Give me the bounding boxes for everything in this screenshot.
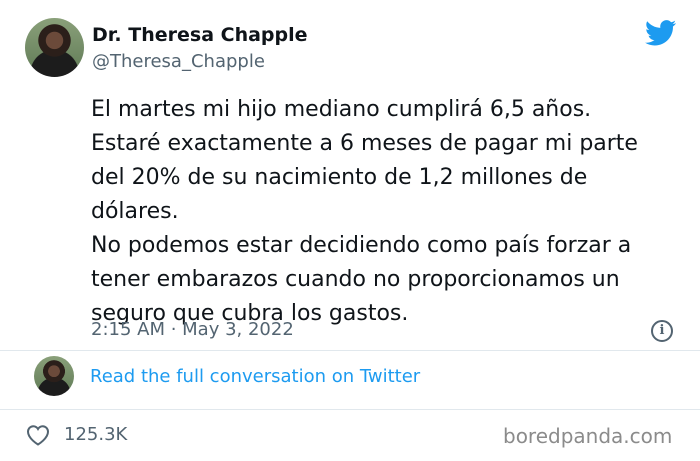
divider	[0, 350, 700, 351]
heart-icon[interactable]	[26, 424, 50, 446]
author-handle[interactable]: @Theresa_Chapple	[92, 51, 265, 72]
likes-count: 125.3K	[64, 424, 128, 445]
info-icon[interactable]: i	[651, 320, 673, 342]
divider	[0, 409, 700, 410]
twitter-bird-icon[interactable]	[645, 20, 677, 46]
tweet-text: El martes mi hijo mediano cumplirá 6,5 a…	[91, 97, 638, 326]
tweet-timestamp[interactable]: 2:15 AM · May 3, 2022	[91, 319, 294, 340]
read-conversation-link[interactable]: Read the full conversation on Twitter	[90, 366, 420, 387]
conversation-avatar[interactable]	[34, 356, 74, 396]
watermark: boredpanda.com	[503, 424, 673, 448]
author-avatar[interactable]	[25, 18, 84, 77]
author-display-name[interactable]: Dr. Theresa Chapple	[92, 24, 308, 46]
